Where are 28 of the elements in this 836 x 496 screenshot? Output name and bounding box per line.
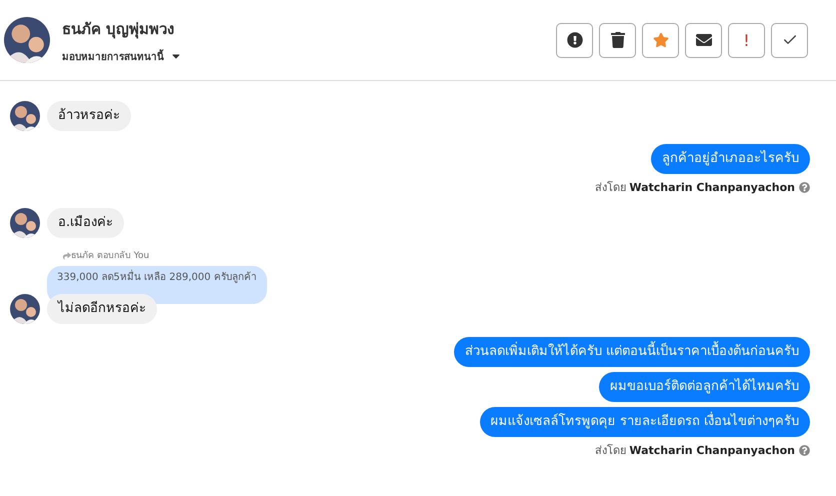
star-icon bbox=[652, 32, 668, 48]
important-button[interactable]: ! bbox=[728, 22, 765, 58]
star-button[interactable] bbox=[642, 22, 679, 58]
avatar bbox=[10, 208, 40, 238]
alert-icon bbox=[566, 32, 582, 48]
message-bubble: อ้าวหรอค่ะ bbox=[47, 101, 131, 131]
message-bubble: ลูกค้าอยู่อำเภออะไรครับ bbox=[651, 144, 810, 174]
help-icon bbox=[799, 182, 810, 193]
avatar bbox=[10, 101, 40, 131]
avatar bbox=[10, 294, 40, 324]
message-bubble: ส่วนลดเพิ่มเติมให้ได้ครับ แต่ตอนนี้เป็นราคาเบื้องต้นก่อนครับ bbox=[454, 337, 810, 367]
trash-icon bbox=[610, 32, 626, 48]
contact-name: ธนภัค บุญพุ่มพวง bbox=[62, 18, 176, 40]
message-bubble: ไม่ลดอีกหรอค่ะ bbox=[47, 294, 157, 324]
message-bubble: อ.เมืองค่ะ bbox=[47, 208, 124, 238]
alert-button[interactable] bbox=[556, 22, 593, 58]
message-bubble: ผมแจ้งเซลล์โทรพูดคุย รายละเอียดรถ เงื่อนไขต่างๆครับ bbox=[480, 407, 810, 437]
message-bubble: ผมขอเบอร์ติดต่อลูกค้าได้ไหมครับ bbox=[599, 372, 810, 402]
reply-label: ธนภัค ตอบกลับ You bbox=[71, 250, 150, 262]
envelope-icon bbox=[696, 32, 712, 48]
sent-by-text: ส่งโดย Watcharin Chanpanyachon bbox=[594, 444, 795, 457]
delete-button[interactable] bbox=[599, 22, 636, 58]
help-icon bbox=[799, 445, 810, 456]
mail-button[interactable] bbox=[685, 22, 722, 58]
profile-avatar bbox=[4, 17, 50, 63]
reply-icon bbox=[63, 252, 71, 260]
sent-by-text: ส่งโดย Watcharin Chanpanyachon bbox=[594, 181, 795, 194]
assign-dropdown[interactable]: มอบหมายการสนทนานี้ bbox=[62, 48, 556, 64]
